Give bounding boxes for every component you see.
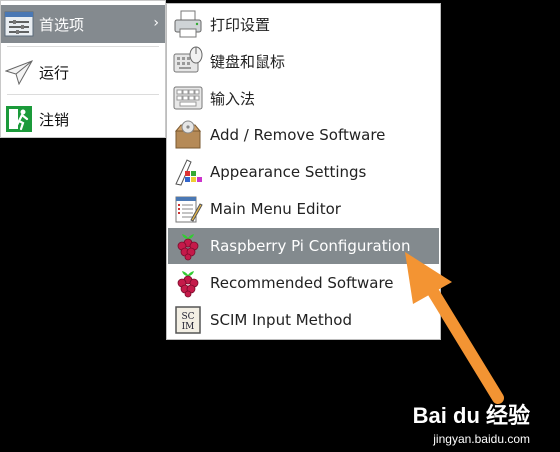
annotation-arrow xyxy=(405,252,504,404)
baidu-watermark-url: jingyan.baidu.com xyxy=(433,432,530,446)
baidu-watermark-logo: Bai du 经验 xyxy=(412,403,530,428)
